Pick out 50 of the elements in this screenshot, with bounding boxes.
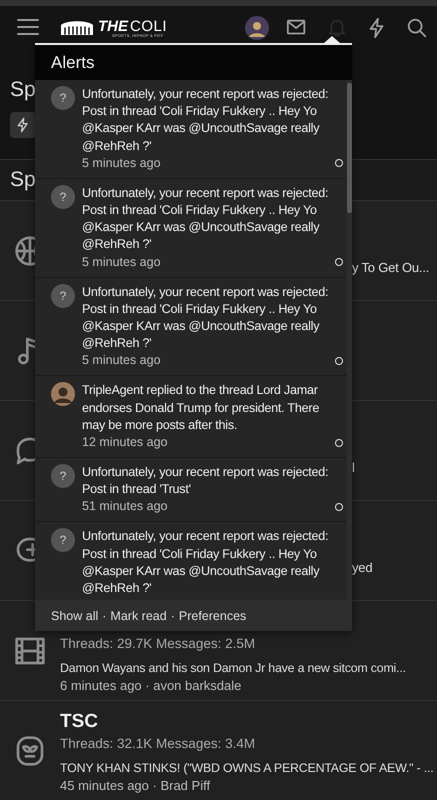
footer-link[interactable]: Mark read xyxy=(110,608,167,622)
alert-text[interactable]: Unfortunately, your recent report was rejected: Post in thread 'Coli Friday Fukkery .. Hey Yo @Kasper KArr was @UncouthSavage really @RehReh ?' xyxy=(82,184,344,254)
logo-text[interactable]: COLI xyxy=(130,18,168,34)
alert-text[interactable]: Unfortunately, your recent report was rejected: Post in thread 'Trust' xyxy=(82,464,344,498)
alert-time: 5 minutes ago xyxy=(82,154,161,172)
alert-text[interactable]: Unfortunately, your recent report was rejected: Post in thread 'Coli Friday Fukkery .. Hey Yo @Kasper KArr was @UncouthSavage really @RehReh ?' xyxy=(82,528,344,598)
search-icon[interactable] xyxy=(406,17,428,39)
alert-text[interactable]: Unfortunately, your recent report was rejected: Post in thread 'Coli Friday Fukkery .. Hey Yo @Kasper KArr was @UncouthSavage really @RehReh ?' xyxy=(82,86,344,155)
alert-time: 12 minutes ago xyxy=(82,434,168,452)
alert-text[interactable]: Unfortunately, your recent report was rejected: Post in thread 'Coli Friday Fukkery .. Hey Yo @Kasper KArr was @UncouthSavage really @RehReh ?' xyxy=(82,284,344,352)
bell-icon[interactable] xyxy=(326,17,348,39)
mark-read-toggle[interactable] xyxy=(335,258,343,266)
placeholder-avatar: ? xyxy=(51,464,75,488)
alert-time: 51 minutes ago xyxy=(82,498,168,516)
section-title: Sp xyxy=(10,168,36,192)
colosseum-logo-icon xyxy=(60,20,94,36)
latest-post-link[interactable]: y To Get Ou... xyxy=(352,260,430,275)
logo-text[interactable]: THE xyxy=(98,18,128,34)
page-title: Sp xyxy=(10,77,36,102)
film-icon xyxy=(14,634,46,666)
mark-read-toggle[interactable] xyxy=(335,159,343,168)
placeholder-avatar: ? xyxy=(51,86,75,110)
latest-post-meta: 45 minutes ago · Brad Piff xyxy=(60,778,210,793)
mark-read-toggle[interactable] xyxy=(335,438,343,447)
latest-post-link[interactable]: Damon Wayans and his son Damon Jr have a new sitcom comi... xyxy=(60,661,406,675)
placeholder-avatar: ? xyxy=(51,528,75,552)
footer-link[interactable]: Show all xyxy=(51,608,98,622)
scrollbar-thumb[interactable] xyxy=(347,83,352,213)
placeholder-avatar: ? xyxy=(51,284,75,308)
user-avatar xyxy=(51,382,75,406)
mark-read-toggle[interactable] xyxy=(335,356,343,365)
latest-post-link[interactable]: TONY KHAN STINKS! ("WBD OWNS A PERCENTAGE OF AEW." - ... xyxy=(60,761,434,775)
latest-post-meta: 6 minutes ago · avon barksdale xyxy=(60,678,242,693)
mark-read-toggle[interactable] xyxy=(335,502,343,511)
footer-link[interactable]: Preferences xyxy=(178,608,246,622)
popup-title: Alerts xyxy=(51,52,94,72)
alert-time: 5 minutes ago xyxy=(82,254,161,271)
whats-new-button[interactable] xyxy=(10,112,36,138)
user-avatar[interactable] xyxy=(245,16,269,40)
alert-text[interactable]: TripleAgent replied to the thread Lord Jamar endorses Donald Trump for president. There may be more posts after this. xyxy=(82,382,344,434)
forum-stats: Threads: 29.7K Messages: 2.5M xyxy=(60,636,256,651)
forum-title[interactable]: TSC xyxy=(60,711,98,732)
latest-post-link[interactable]: yed xyxy=(352,560,372,575)
separator-dot: · xyxy=(170,608,175,622)
separator-dot: · xyxy=(102,608,106,622)
placeholder-avatar: ? xyxy=(51,184,75,209)
forum-stats: Threads: 32.1K Messages: 3.4M xyxy=(60,736,256,751)
alert-time: 5 minutes ago xyxy=(82,352,161,370)
latest-post-link[interactable]: l xyxy=(352,460,355,475)
mask-icon xyxy=(14,734,46,766)
